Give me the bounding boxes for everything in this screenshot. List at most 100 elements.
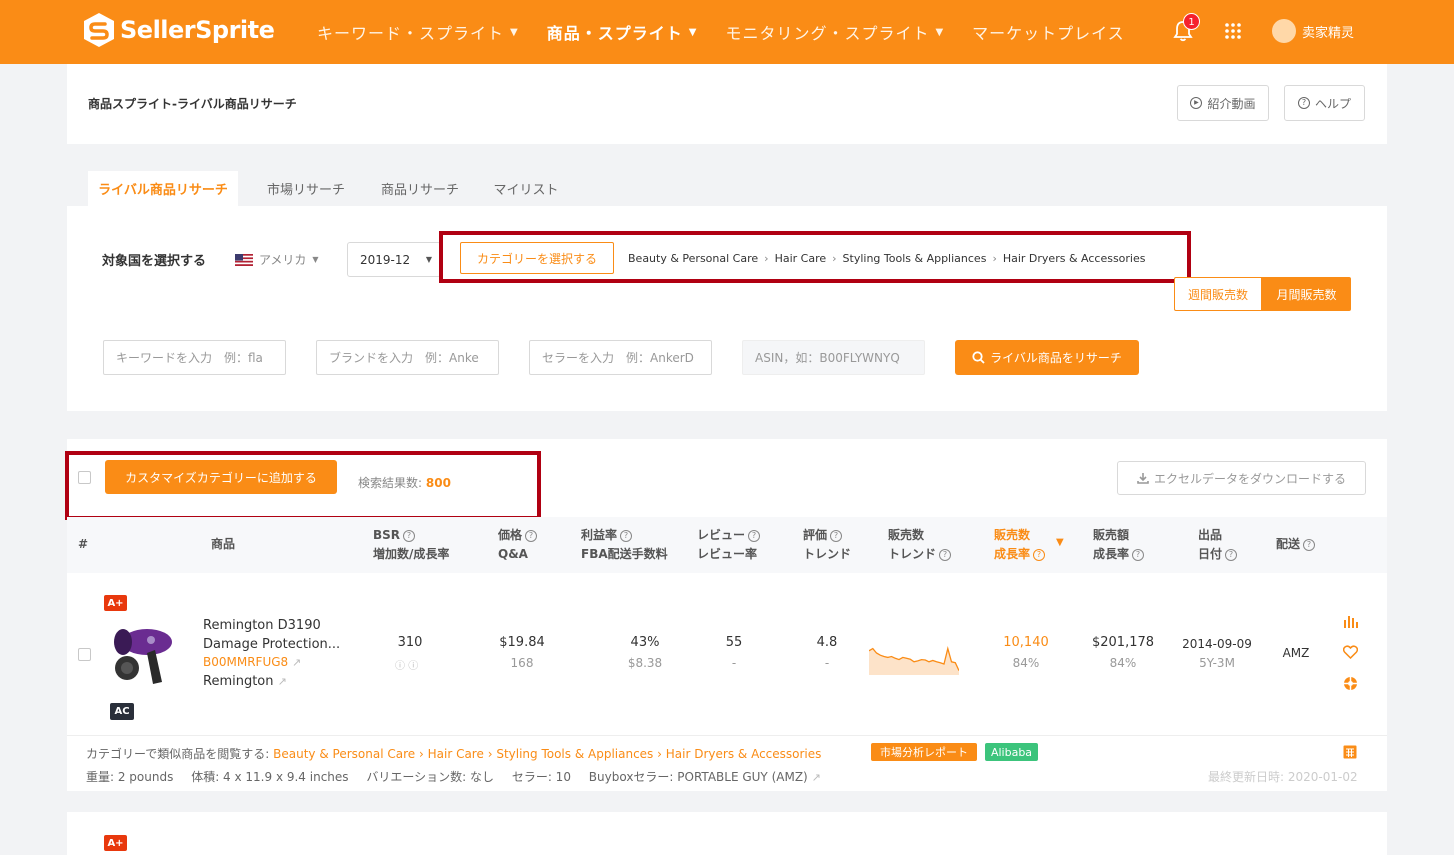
question-icon[interactable]: ? (403, 529, 416, 542)
buybox-value: Buyboxセラー: PORTABLE GUY (AMZ) (588, 770, 808, 784)
us-flag-icon (235, 253, 253, 266)
question-circle-icon: ? (1297, 97, 1310, 109)
tab-market-research[interactable]: 市場リサーチ (248, 171, 364, 206)
apps-grid-icon[interactable] (1225, 23, 1241, 39)
page-header: 商品スプライト-ライバル商品リサーチ ▶ 紹介動画 ? ヘルプ (67, 64, 1387, 144)
sales-value: 10,140 (1003, 635, 1049, 650)
col-sublabel: 日付 (1198, 547, 1223, 561)
col-label: 配送 (1276, 537, 1301, 551)
col-profit[interactable]: 利益率? FBA配送手数料 (581, 526, 668, 564)
col-review[interactable]: レビュー? レビュー率 (697, 526, 761, 564)
col-revenue[interactable]: 販売額 成長率? (1093, 526, 1145, 564)
col-sales-trend[interactable]: 販売数 トレンド? (888, 526, 952, 564)
search-competitors-button[interactable]: ライバル商品をリサーチ (955, 340, 1139, 375)
brand-link[interactable]: Remington ↗ (203, 674, 287, 689)
alibaba-tag[interactable]: Alibaba (985, 743, 1038, 761)
chevron-down-icon: ▼ (312, 255, 319, 264)
nav-monitoring-sprite[interactable]: モニタリング・スプライト ▼ (725, 20, 944, 44)
info-icons[interactable]: ⓘ ⓘ (395, 657, 418, 672)
keyword-input[interactable]: キーワードを入力 例：fla (103, 340, 286, 375)
asin-link[interactable]: B00MMRFUG8 ↗ (203, 655, 301, 669)
question-icon[interactable]: ? (525, 529, 538, 542)
month-select[interactable]: 2019-12 ▼ (347, 242, 441, 277)
add-to-custom-category-button[interactable]: カスタマイズカテゴリーに追加する (105, 460, 337, 494)
chevron-down-icon: ▼ (688, 26, 698, 38)
similar-crumb-link[interactable]: Hair Dryers & Accessories (666, 747, 822, 761)
row-divider (67, 735, 1387, 736)
monthly-sales-toggle[interactable]: 月間販売数 (1262, 277, 1351, 311)
nav-marketplace[interactable]: マーケットプレイス (972, 20, 1125, 44)
volume-value: 体積: 4 x 11.9 x 9.4 inches (191, 770, 349, 784)
tab-product-research[interactable]: 商品リサーチ (364, 171, 476, 206)
col-sublabel: 成長率 (1093, 547, 1130, 561)
calculator-icon[interactable] (1343, 745, 1357, 759)
help-button[interactable]: ? ヘルプ (1284, 85, 1365, 121)
col-listing-date[interactable]: 出品 日付? (1198, 526, 1238, 564)
question-icon[interactable]: ? (1225, 548, 1238, 561)
question-icon[interactable]: ? (830, 529, 843, 542)
brand-input[interactable]: ブランドを入力 例：Anke (316, 340, 499, 375)
col-bsr[interactable]: BSR? 増加数/成長率 (373, 526, 449, 564)
tab-competitor-research[interactable]: ライバル商品リサーチ (88, 171, 238, 206)
result-count: 検索結果数: 800 (358, 474, 451, 491)
download-excel-button[interactable]: エクセルデータをダウンロードする (1117, 461, 1366, 495)
asin-input[interactable]: ASIN，如：B00FLYWNYQ (742, 340, 925, 375)
question-icon[interactable]: ? (748, 529, 761, 542)
info-icon[interactable]: ⓘ (395, 661, 405, 672)
question-icon[interactable]: ? (1303, 538, 1316, 551)
market-report-tag[interactable]: 市場分析レポート (871, 743, 977, 761)
question-icon[interactable]: ? (620, 529, 633, 542)
question-icon[interactable]: ? (1132, 548, 1145, 561)
bar-chart-icon[interactable] (1343, 614, 1358, 628)
heart-icon[interactable] (1343, 645, 1358, 659)
user-avatar[interactable] (1272, 19, 1296, 43)
revenue-growth-value: 84% (1109, 656, 1137, 670)
col-sales-growth[interactable]: 販売数 成長率? (994, 526, 1046, 564)
price-value: $19.84 (499, 635, 545, 650)
sellersprite-logo[interactable]: SellerSprite (82, 12, 275, 48)
brand-value: Remington (203, 674, 274, 689)
info-icon[interactable]: ⓘ (408, 661, 418, 672)
similar-crumb-link[interactable]: Beauty & Personal Care (273, 747, 415, 761)
col-price[interactable]: 価格? Q&A (498, 526, 538, 564)
user-name[interactable]: 卖家精灵 (1302, 22, 1354, 41)
research-tabs: ライバル商品リサーチ 市場リサーチ 商品リサーチ マイリスト (67, 144, 1387, 206)
seller-input[interactable]: セラーを入力 例：AnkerD (529, 340, 712, 375)
a-plus-badge: A+ (104, 595, 127, 611)
similar-crumb-link[interactable]: Styling Tools & Appliances (496, 747, 653, 761)
bsr-value: 310 (397, 635, 423, 650)
lifebuoy-icon[interactable] (1343, 676, 1358, 691)
chevron-right-icon: › (764, 252, 769, 265)
question-icon[interactable]: ? (939, 548, 952, 561)
similar-crumb-link[interactable]: Hair Care (428, 747, 484, 761)
col-number: # (78, 537, 89, 551)
select-category-button[interactable]: カテゴリーを選択する (460, 242, 614, 274)
sales-trend-sparkline[interactable] (869, 631, 959, 675)
intro-video-label: 紹介動画 (1207, 96, 1256, 111)
rating-value: 4.8 (816, 635, 838, 650)
weekly-sales-toggle[interactable]: 週間販売数 (1174, 277, 1262, 311)
top-navigation-bar: SellerSprite キーワード・スプライト ▼ 商品・スプライト ▼ モニ… (0, 0, 1454, 64)
product-title-line2: Damage Protection... (203, 637, 341, 652)
question-icon[interactable]: ? (1033, 548, 1046, 561)
caret-down-icon: ▼ (425, 255, 432, 264)
select-all-checkbox[interactable] (78, 471, 91, 484)
col-product: 商品 (211, 537, 236, 551)
row-checkbox[interactable] (78, 648, 91, 661)
product-image-hair-dryer[interactable] (107, 620, 179, 692)
intro-video-button[interactable]: ▶ 紹介動画 (1177, 85, 1269, 121)
search-button-label: ライバル商品をリサーチ (990, 351, 1122, 365)
sort-desc-icon[interactable]: ▼ (1056, 537, 1064, 548)
product-title-link[interactable]: Remington D3190 Damage Protection... (203, 616, 340, 654)
product-specs-line: 重量: 2 pounds 体積: 4 x 11.9 x 9.4 inches バ… (86, 768, 821, 785)
delivery-value: AMZ (1282, 646, 1310, 660)
country-select[interactable]: アメリカ ▼ (235, 251, 319, 268)
col-delivery[interactable]: 配送? (1276, 535, 1316, 554)
col-rating[interactable]: 評価? トレンド (803, 526, 851, 564)
nav-keyword-sprite[interactable]: キーワード・スプライト ▼ (317, 20, 519, 44)
search-icon (972, 351, 985, 364)
external-link-icon[interactable]: ↗ (812, 771, 821, 784)
tab-my-list[interactable]: マイリスト (476, 171, 576, 206)
play-circle-icon: ▶ (1190, 97, 1203, 109)
nav-product-sprite[interactable]: 商品・スプライト ▼ (547, 20, 698, 44)
